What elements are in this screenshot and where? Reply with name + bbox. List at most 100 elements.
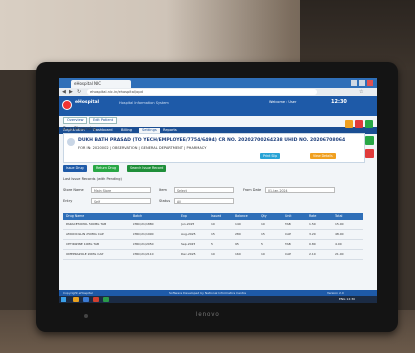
cell-rate: 3.20 bbox=[309, 232, 316, 236]
cell-drug: OMEPRAZOLE 20MG CAP bbox=[66, 252, 104, 256]
col-total: Total bbox=[335, 214, 343, 218]
app-name: eHospital bbox=[75, 100, 100, 105]
cell-unit: CAP bbox=[285, 252, 291, 256]
table-header: Drug Name Batch Exp Issued Balance Qty U… bbox=[63, 213, 363, 220]
cell-qty: 5 bbox=[261, 242, 263, 246]
store-label: Store Name bbox=[63, 188, 84, 192]
subtab-overview[interactable]: Overview bbox=[63, 117, 88, 124]
cell-rate: 0.80 bbox=[309, 242, 316, 246]
col-batch: Batch bbox=[133, 214, 143, 218]
url-input[interactable]: ehospital.nic.in/ehospital/opd bbox=[87, 89, 317, 95]
store-select[interactable]: Main Store bbox=[91, 187, 151, 193]
star-icon[interactable]: ☆ bbox=[359, 89, 363, 95]
status-label: Status bbox=[159, 199, 171, 203]
table-row[interactable]: PARACETAMOL 500MG TAB LTRC/21/1880 Jun-2… bbox=[63, 220, 363, 230]
cell-unit: TAB bbox=[285, 222, 291, 226]
cell-batch: LTRC/21/1880 bbox=[133, 222, 154, 226]
power-button[interactable] bbox=[84, 314, 88, 318]
start-icon[interactable] bbox=[61, 297, 66, 302]
screen: eHospital NIC ◀ ▶ ↻ ehospital.nic.in/eho… bbox=[59, 78, 377, 303]
cell-issued: 10 bbox=[211, 252, 215, 256]
cell-issued: 15 bbox=[211, 232, 215, 236]
table-row[interactable]: AMOXICILLIN 250MG CAP LTRC/21/1990 Aug-2… bbox=[63, 230, 363, 240]
browser-icon[interactable] bbox=[83, 297, 89, 302]
item-select[interactable]: Select bbox=[174, 187, 234, 193]
print-slip-button[interactable]: Print Slip bbox=[260, 153, 281, 159]
col-unit: Unit bbox=[285, 214, 292, 218]
cell-balance: 160 bbox=[235, 252, 241, 256]
print-icon[interactable] bbox=[345, 120, 353, 128]
cell-total: 15.00 bbox=[335, 222, 344, 226]
col-issued: Issued bbox=[211, 214, 222, 218]
table-row[interactable]: OMEPRAZOLE 20MG CAP LTRC/21/2110 Dec-202… bbox=[63, 250, 363, 260]
cell-balance: 95 bbox=[235, 242, 239, 246]
refresh-icon[interactable] bbox=[365, 120, 373, 128]
cell-batch: LTRC/21/1990 bbox=[133, 232, 154, 236]
col-balance: Balance bbox=[235, 214, 248, 218]
browser-tab[interactable]: eHospital NIC bbox=[71, 80, 131, 88]
date-input[interactable]: 01-Jan-2024 bbox=[265, 187, 335, 193]
cell-batch: LTRC/21/2110 bbox=[133, 252, 154, 256]
system-tray[interactable]: ENG 12:30 bbox=[339, 296, 355, 303]
view-details-button[interactable]: View Details bbox=[310, 153, 336, 159]
cell-total: 4.00 bbox=[335, 242, 342, 246]
cell-exp: Sep-2025 bbox=[181, 242, 196, 246]
cell-issued: 10 bbox=[211, 222, 215, 226]
page-title: Drug Dispensing bbox=[63, 126, 97, 131]
patient-card: DUKH BATH PRASAD (TO YECH/EMPLOYEE/7754/… bbox=[63, 133, 365, 163]
col-exp: Exp bbox=[181, 214, 187, 218]
remove-icon[interactable] bbox=[365, 149, 374, 158]
minimize-icon[interactable] bbox=[351, 80, 357, 86]
app-icon-2[interactable] bbox=[103, 297, 109, 302]
item-label: Item bbox=[159, 188, 167, 192]
cell-rate: 2.10 bbox=[309, 252, 316, 256]
browser-tabbar: eHospital NIC bbox=[59, 78, 377, 88]
cell-exp: Jun-2025 bbox=[181, 222, 195, 226]
cell-qty: 15 bbox=[261, 232, 265, 236]
cell-rate: 1.50 bbox=[309, 222, 316, 226]
reload-icon[interactable]: ↻ bbox=[77, 89, 81, 95]
cell-drug: PARACETAMOL 500MG TAB bbox=[66, 222, 107, 226]
col-rate: Rate bbox=[309, 214, 317, 218]
main-content: Overview Edit Patient Drug Dispensing DU… bbox=[59, 116, 377, 290]
monitor: eHospital NIC ◀ ▶ ↻ ehospital.nic.in/eho… bbox=[36, 62, 398, 332]
cell-balance: 140 bbox=[235, 222, 241, 226]
cell-total: 48.00 bbox=[335, 232, 344, 236]
close-icon[interactable] bbox=[367, 80, 373, 86]
return-drug-button[interactable]: Return Drug bbox=[93, 165, 120, 172]
entry-select[interactable]: Self bbox=[91, 198, 151, 204]
col-drug: Drug Name bbox=[66, 214, 85, 218]
status-select[interactable]: All bbox=[174, 198, 234, 204]
cell-qty: 10 bbox=[261, 222, 265, 226]
cell-exp: Dec-2025 bbox=[181, 252, 196, 256]
cell-unit: TAB bbox=[285, 242, 291, 246]
col-qty: Qty bbox=[261, 214, 267, 218]
cell-issued: 5 bbox=[211, 242, 213, 246]
cell-drug: CETIRIZINE 10MG TAB bbox=[66, 242, 100, 246]
clock: 12:30 bbox=[331, 99, 347, 105]
app-header: eHospital Hospital Information System We… bbox=[59, 96, 377, 134]
cell-batch: LTRC/21/2050 bbox=[133, 242, 154, 246]
cell-unit: CAP bbox=[285, 232, 291, 236]
forward-icon[interactable]: ▶ bbox=[69, 89, 73, 95]
cell-qty: 10 bbox=[261, 252, 265, 256]
close-panel-icon[interactable] bbox=[355, 120, 363, 128]
patient-name: DUKH BATH PRASAD (TO YECH/EMPLOYEE/7754/… bbox=[78, 138, 346, 143]
avatar bbox=[67, 138, 75, 146]
file-explorer-icon[interactable] bbox=[73, 297, 79, 302]
monitor-brand-logo: lenovo bbox=[196, 312, 220, 318]
app-icon[interactable] bbox=[93, 297, 99, 302]
cell-drug: AMOXICILLIN 250MG CAP bbox=[66, 232, 104, 236]
maximize-icon[interactable] bbox=[359, 80, 365, 86]
back-icon[interactable]: ◀ bbox=[62, 89, 66, 95]
search-issue-button[interactable]: Search Issue Record bbox=[127, 165, 167, 172]
app-logo-icon bbox=[62, 100, 72, 110]
cell-total: 21.00 bbox=[335, 252, 344, 256]
cell-balance: 280 bbox=[235, 232, 241, 236]
add-icon[interactable] bbox=[365, 136, 374, 145]
table-row[interactable]: CETIRIZINE 10MG TAB LTRC/21/2050 Sep-202… bbox=[63, 240, 363, 250]
issue-drug-button[interactable]: Issue Drug bbox=[63, 165, 87, 172]
section-label: Last Issue Records (with Pending) bbox=[63, 177, 122, 181]
cell-exp: Aug-2025 bbox=[181, 232, 196, 236]
subtab-edit[interactable]: Edit Patient bbox=[89, 117, 118, 124]
